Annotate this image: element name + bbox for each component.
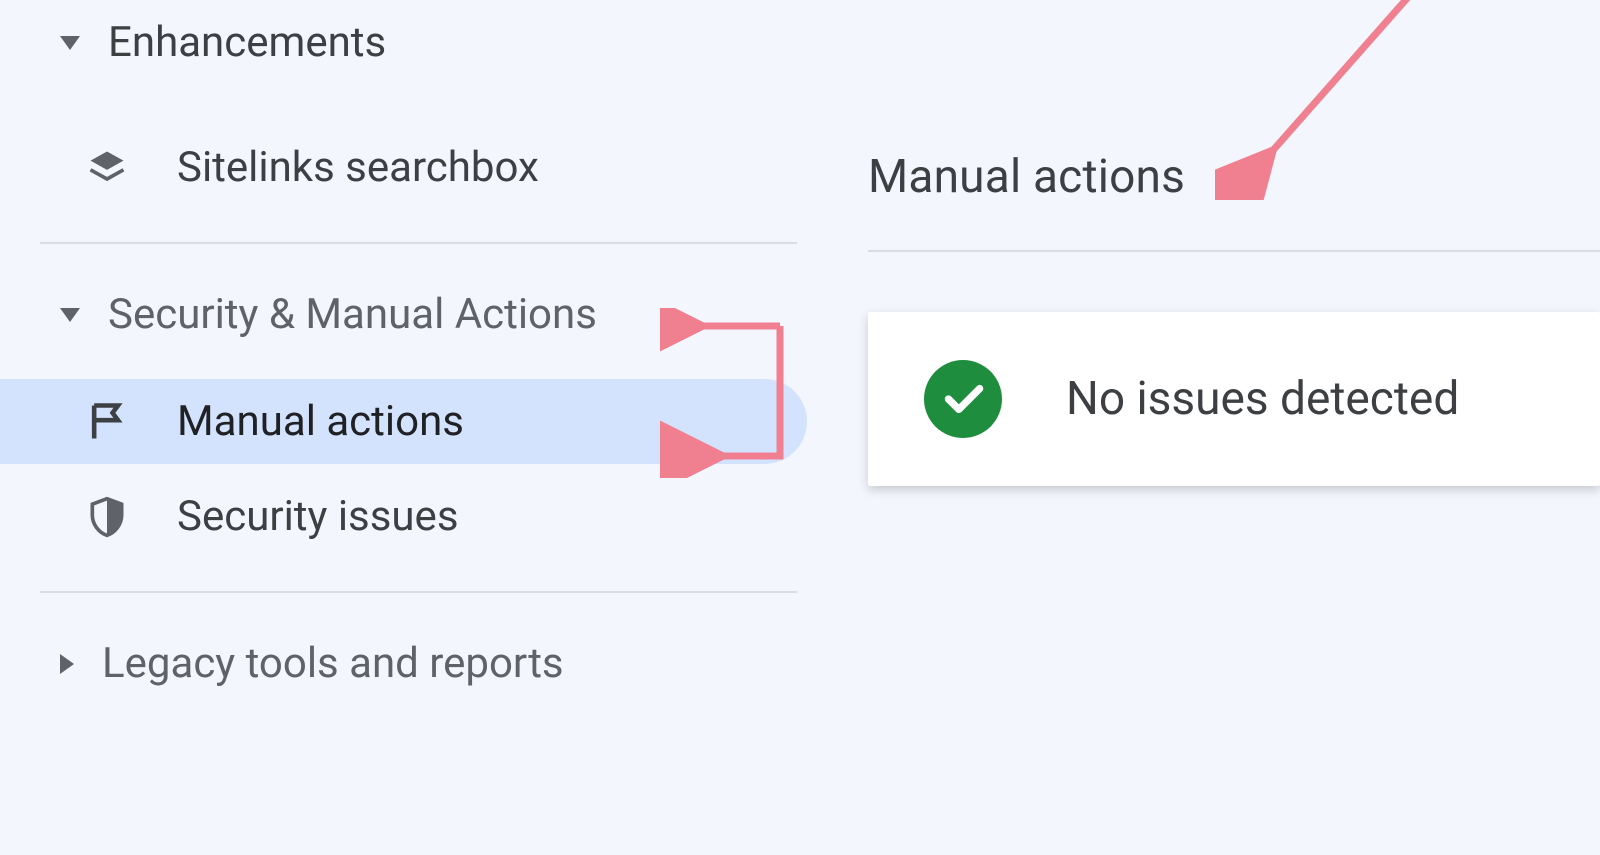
layers-icon bbox=[85, 146, 129, 190]
page-title: Manual actions bbox=[868, 150, 1600, 204]
status-card: No issues detected bbox=[868, 312, 1600, 486]
caret-down-icon bbox=[60, 308, 80, 322]
nav-sitelinks-searchbox[interactable]: Sitelinks searchbox bbox=[0, 125, 807, 210]
check-circle-icon bbox=[924, 360, 1002, 438]
section-label: Legacy tools and reports bbox=[102, 639, 564, 688]
nav-label: Security issues bbox=[177, 492, 459, 541]
divider bbox=[868, 250, 1600, 252]
divider bbox=[40, 242, 797, 244]
flag-icon bbox=[85, 400, 129, 444]
nav-security-issues[interactable]: Security issues bbox=[0, 474, 807, 559]
shield-icon bbox=[85, 495, 129, 539]
caret-right-icon bbox=[60, 654, 74, 674]
nav-manual-actions[interactable]: Manual actions bbox=[0, 379, 807, 464]
status-text: No issues detected bbox=[1066, 372, 1459, 426]
nav-label: Sitelinks searchbox bbox=[177, 143, 539, 192]
sidebar: Enhancements Sitelinks searchbox Securit… bbox=[0, 0, 825, 855]
section-enhancements[interactable]: Enhancements bbox=[0, 0, 825, 85]
caret-down-icon bbox=[60, 36, 80, 50]
section-security-manual-actions[interactable]: Security & Manual Actions bbox=[0, 272, 825, 357]
section-label: Enhancements bbox=[108, 18, 386, 67]
nav-label: Manual actions bbox=[177, 397, 464, 446]
section-label: Security & Manual Actions bbox=[108, 290, 597, 339]
main-content: Manual actions No issues detected bbox=[825, 0, 1600, 855]
section-legacy-tools[interactable]: Legacy tools and reports bbox=[0, 621, 825, 706]
divider bbox=[40, 591, 797, 593]
